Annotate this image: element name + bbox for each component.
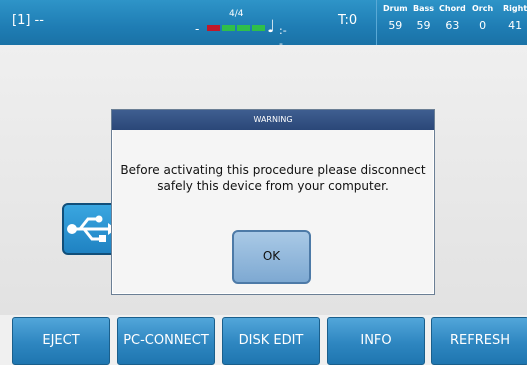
ok-button[interactable]: OK [232,230,311,284]
refresh-button[interactable]: REFRESH [431,317,527,365]
beat-bar-4 [252,25,265,31]
usb-icon [62,203,118,255]
volume-label: Bass [413,4,435,13]
volume-panel: Drum 59 Bass 59 Chord 63 Orch 0 Right 41 [376,0,527,45]
disk-edit-button[interactable]: DISK EDIT [222,317,320,365]
volume-right[interactable]: Right 41 [503,4,527,32]
beat-bars [207,25,265,31]
dialog-message-line-2: safely this device from your computer. [157,179,389,193]
pc-connect-button[interactable]: PC-CONNECT [117,317,215,365]
meter-dash: - [195,22,200,36]
beat-bar-3 [237,25,250,31]
time-signature: 4/4 [229,9,244,19]
volume-label: Right [503,4,527,13]
note-icon: ♩ [267,17,276,37]
dialog-title: WARNING [112,110,434,130]
dialog-message: Before activating this procedure please … [112,162,434,194]
volume-label: Drum [383,4,408,13]
warning-dialog: WARNING Before activating this procedure… [111,109,435,295]
dialog-message-line-1: Before activating this procedure please … [120,163,426,177]
volume-value: 41 [508,19,523,32]
volume-value: 59 [388,19,403,32]
info-button[interactable]: INFO [327,317,425,365]
beat-meter: - 4/4 ♩ :-- [195,8,287,50]
volume-value: 63 [445,19,460,32]
song-indicator[interactable]: [1] -- [12,13,44,28]
volume-orch[interactable]: Orch 0 [472,4,493,32]
tempo-value[interactable]: T:0 [338,13,357,28]
status-bar: [1] -- - 4/4 ♩ :-- T:0 Drum 59 Bass 59 C… [0,0,527,50]
beat-bar-1 [207,25,220,31]
volume-value: 59 [416,19,431,32]
eject-button[interactable]: EJECT [12,317,110,365]
volume-chord[interactable]: Chord 63 [439,4,466,32]
volume-drum[interactable]: Drum 59 [383,4,408,32]
volume-label: Orch [472,4,494,13]
usb-symbol-icon [67,215,116,242]
volume-bass[interactable]: Bass 59 [413,4,434,32]
volume-value: 0 [479,19,487,32]
beat-bar-2 [222,25,235,31]
function-bar: EJECT PC-CONNECT DISK EDIT INFO REFRESH [0,315,527,365]
volume-label: Chord [439,4,466,13]
